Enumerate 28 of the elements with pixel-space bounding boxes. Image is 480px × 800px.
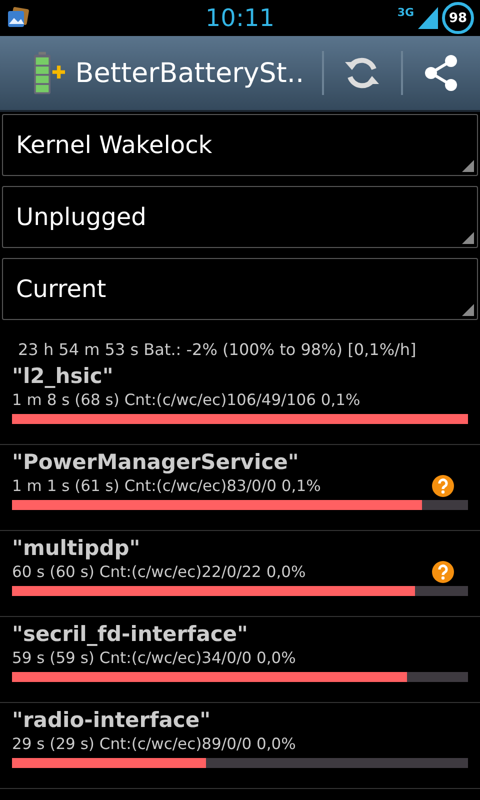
wakelock-name: "multipdp": [12, 536, 142, 560]
dropdown-corner-icon: [462, 304, 474, 316]
wakelock-name: "secril_fd-interface": [12, 622, 249, 646]
summary-text: 23 h 54 m 53 s Bat.: -2% (100% to 98%) [0,1%/h]: [18, 340, 416, 359]
wakelock-details: 1 m 8 s (68 s) Cnt:(c/wc/ec)106/49/106 0,1%: [12, 391, 360, 409]
refresh-icon: [344, 55, 380, 91]
wakelock-details: 1 m 1 s (61 s) Cnt:(c/wc/ec)83/0/0 0,1%: [12, 477, 321, 495]
wakelock-details: 29 s (29 s) Cnt:(c/wc/ec)89/0/0 0,0%: [12, 735, 296, 753]
dropdown[interactable]: Current: [2, 258, 478, 320]
wakelock-details: 59 s (59 s) Cnt:(c/wc/ec)34/0/0 0,0%: [12, 649, 296, 667]
signal-icon: [418, 7, 438, 29]
wakelock-name: "PowerManagerService": [12, 450, 300, 474]
app-title: BetterBatterySt..: [75, 58, 304, 88]
wakelock-details: 60 s (60 s) Cnt:(c/wc/ec)22/0/22 0,0%: [12, 563, 306, 581]
share-icon: [424, 55, 458, 91]
network-type: 3G: [397, 6, 414, 19]
gallery-icon: [6, 6, 30, 30]
dropdown[interactable]: Unplugged: [2, 186, 478, 248]
help-icon[interactable]: [432, 561, 454, 583]
clock: 10:11: [205, 4, 275, 32]
wakelock-name: "radio-interface": [12, 708, 212, 732]
help-icon[interactable]: [432, 475, 454, 497]
battery-plus-icon: [34, 50, 66, 96]
dropdown-corner-icon: [462, 160, 474, 172]
wakelock-name: "l2_hsic": [12, 364, 114, 388]
dropdown[interactable]: Kernel Wakelock: [2, 114, 478, 176]
dropdown-corner-icon: [462, 232, 474, 244]
battery-indicator: 98: [442, 2, 474, 34]
